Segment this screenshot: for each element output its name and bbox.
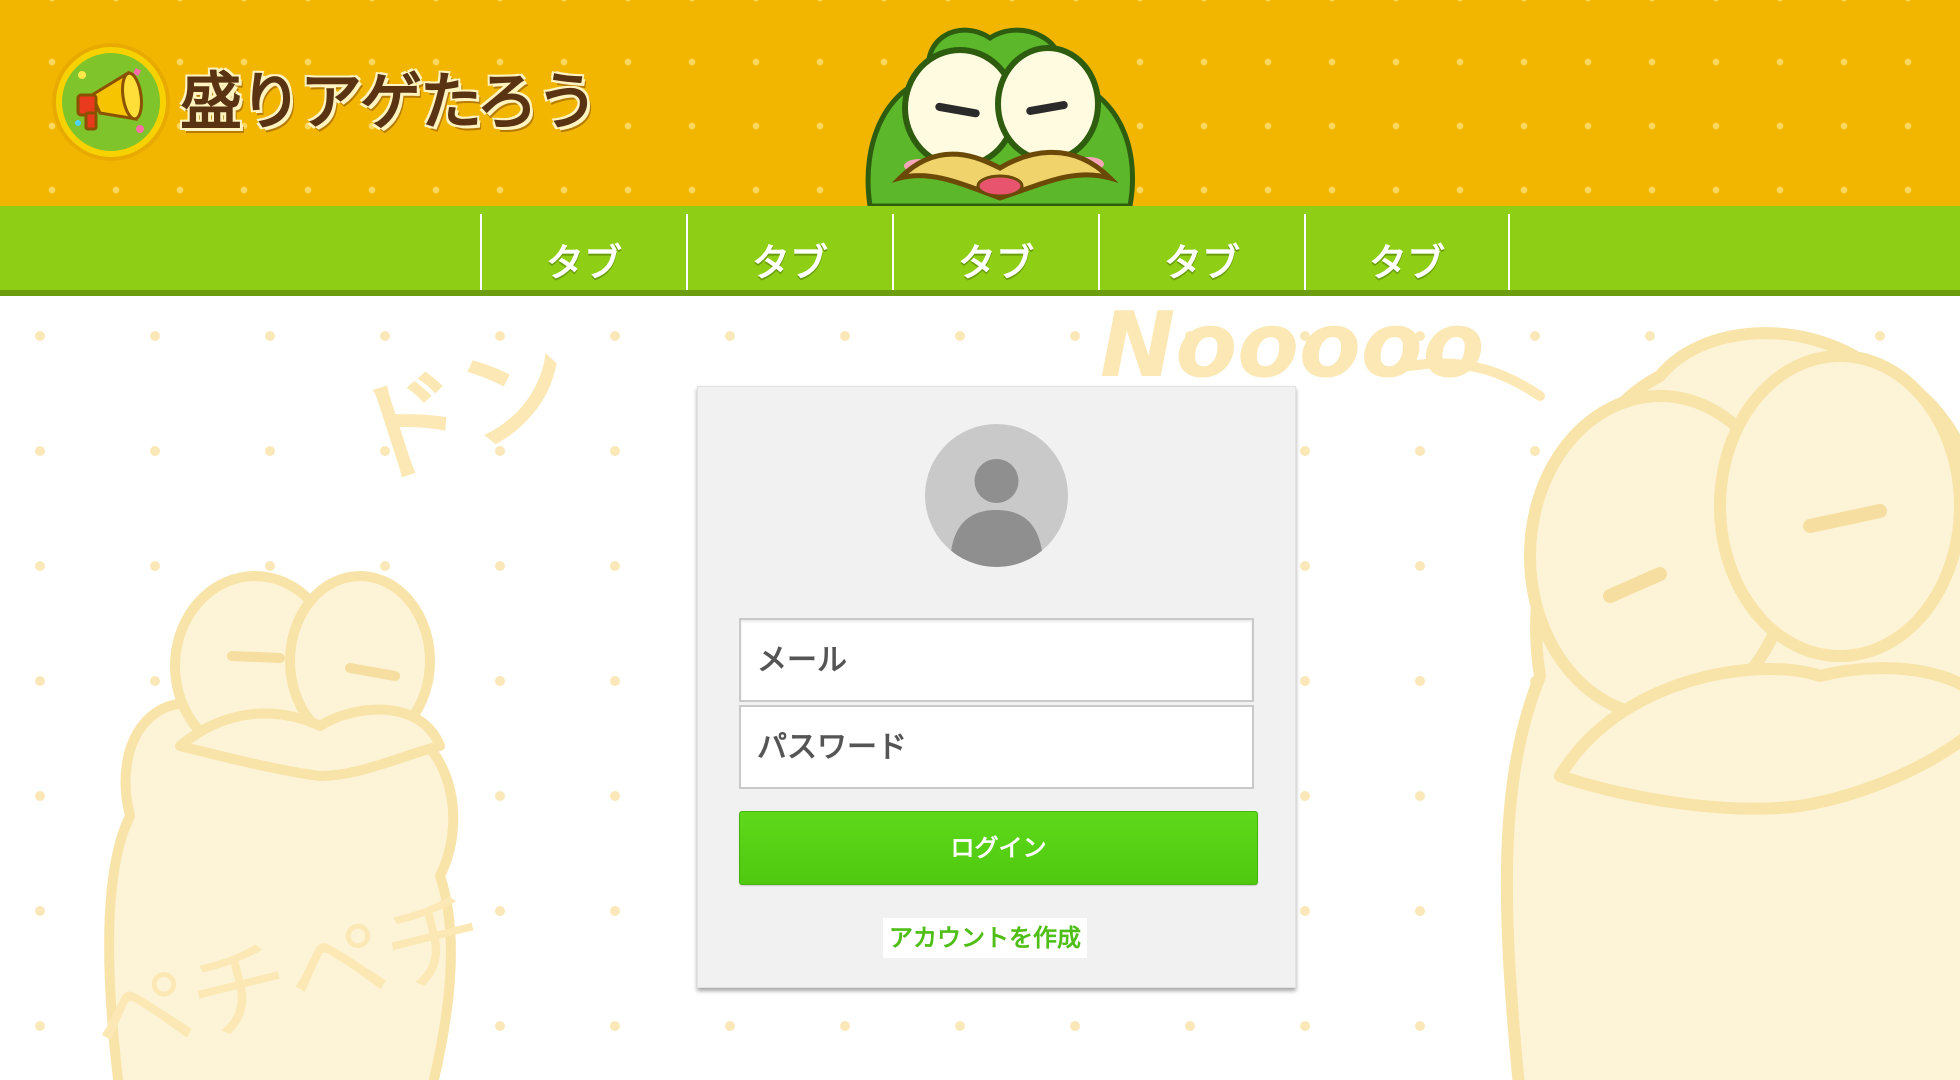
login-card: ログイン アカウントを作成 (697, 386, 1296, 988)
tab-3[interactable]: タブ (892, 214, 1098, 290)
tab-4[interactable]: タブ (1098, 214, 1304, 290)
email-field[interactable] (739, 618, 1254, 702)
background-text-nooo: Nooooo (1100, 296, 1484, 398)
create-account-link[interactable]: アカウントを作成 (883, 918, 1087, 958)
login-button[interactable]: ログイン (739, 811, 1258, 885)
nav-bar: タブ タブ タブ タブ タブ (0, 206, 1960, 296)
tab-list: タブ タブ タブ タブ タブ (480, 214, 1510, 290)
tab-1[interactable]: タブ (480, 214, 686, 290)
tab-2[interactable]: タブ (686, 214, 892, 290)
brand-name[interactable]: 盛りアゲたろう (180, 62, 598, 142)
password-field[interactable] (739, 705, 1254, 789)
megaphone-icon (62, 53, 160, 151)
logo[interactable] (52, 43, 170, 161)
tab-5[interactable]: タブ (1304, 214, 1510, 290)
user-avatar-icon (925, 424, 1068, 567)
site-header: 盛りアゲたろう (0, 0, 1960, 206)
frog-mascot-icon (865, 27, 1136, 206)
